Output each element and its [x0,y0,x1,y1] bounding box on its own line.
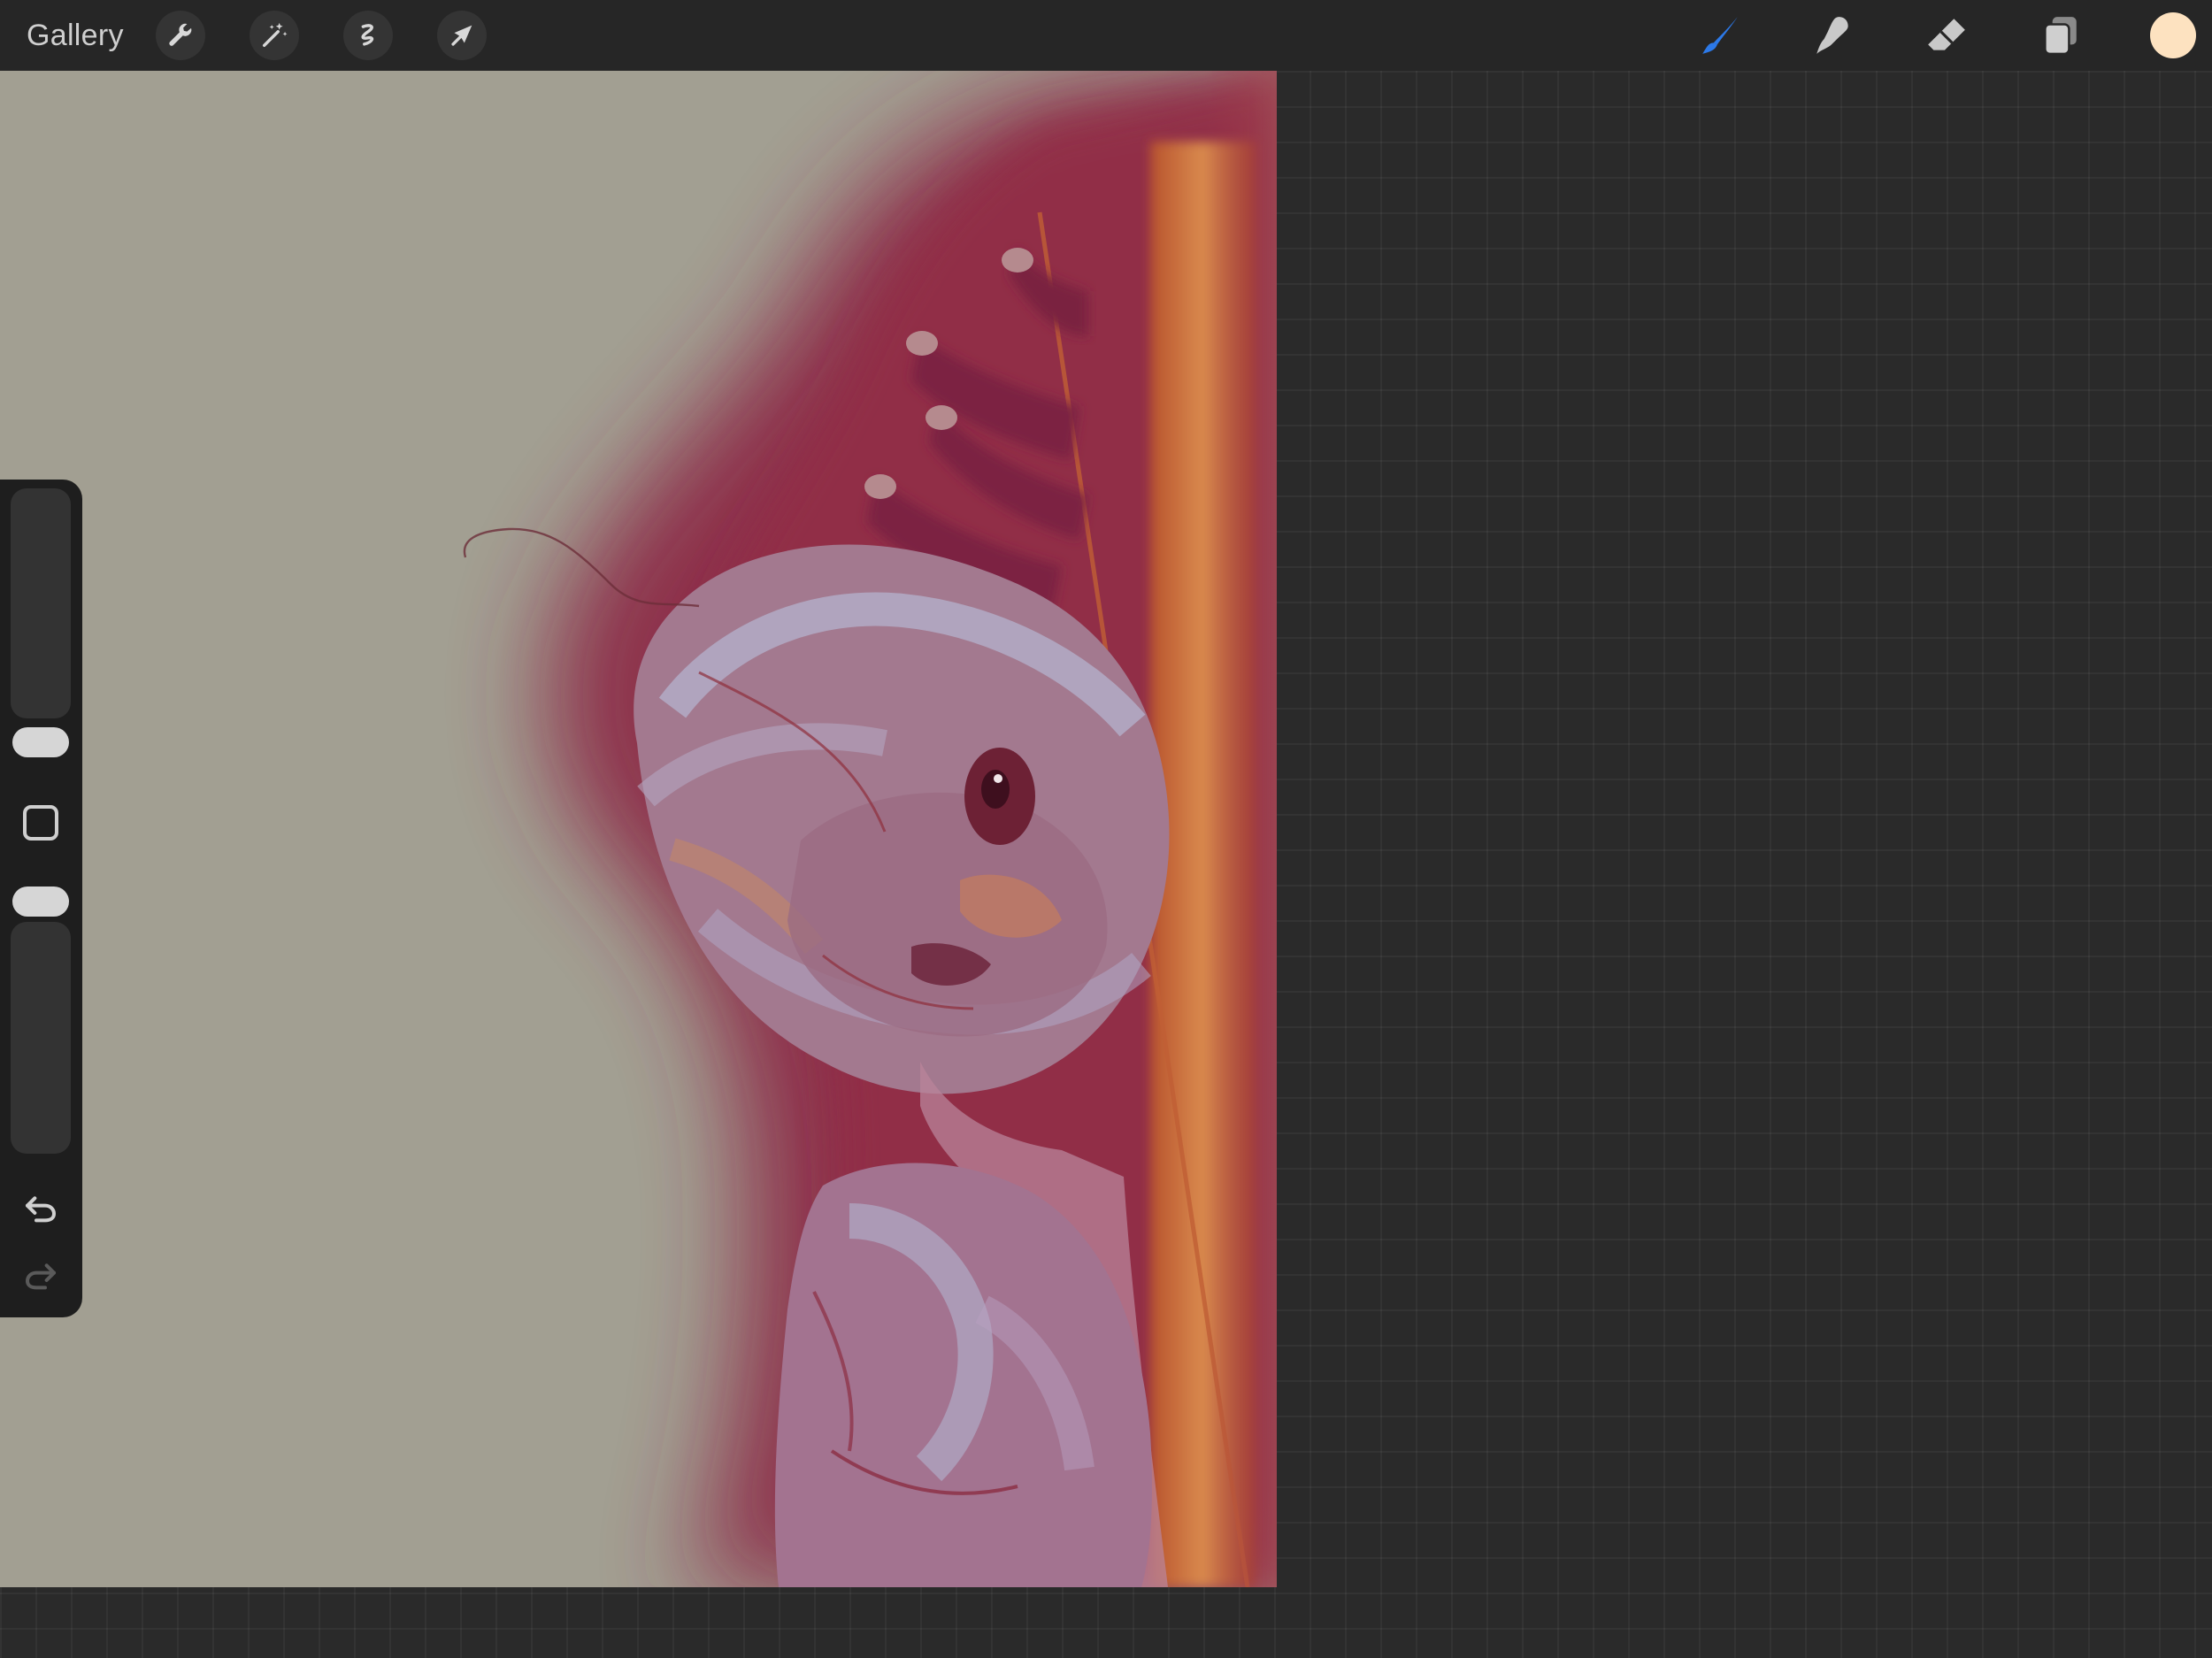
modify-button[interactable] [23,805,58,841]
brush-opacity-thumb[interactable] [12,887,69,917]
adjustments-button[interactable] [250,11,299,60]
artwork [0,71,1277,1587]
color-swatch-button[interactable] [2150,12,2196,58]
brush-size-slider[interactable] [11,488,71,718]
brush-sidebar [0,480,82,1317]
selection-s-icon [361,24,374,46]
smudge-tool-button[interactable] [1807,11,1860,60]
selection-button[interactable] [343,11,393,60]
wrench-icon [169,23,192,46]
undo-button[interactable] [19,1187,62,1230]
magic-wand-icon [262,22,288,48]
gallery-button[interactable]: Gallery [27,16,124,55]
undo-icon [26,1196,57,1223]
transform-button[interactable] [437,11,487,60]
layers-button[interactable] [2033,11,2086,60]
arrow-cursor-icon [451,25,472,46]
layers-icon [2044,17,2077,56]
redo-button[interactable] [19,1255,62,1297]
top-toolbar: Gallery [0,0,2212,71]
brush-tool-button[interactable] [1694,11,1747,60]
smudge-icon [1816,17,1848,54]
eraser-icon [1928,19,1965,50]
drawing-canvas[interactable] [0,71,1277,1587]
redo-icon [25,1263,56,1290]
actions-button[interactable] [156,11,205,60]
eraser-tool-button[interactable] [1920,11,1973,60]
brush-icon [1702,17,1738,54]
brush-size-thumb[interactable] [12,727,69,757]
brush-opacity-slider[interactable] [11,922,71,1154]
